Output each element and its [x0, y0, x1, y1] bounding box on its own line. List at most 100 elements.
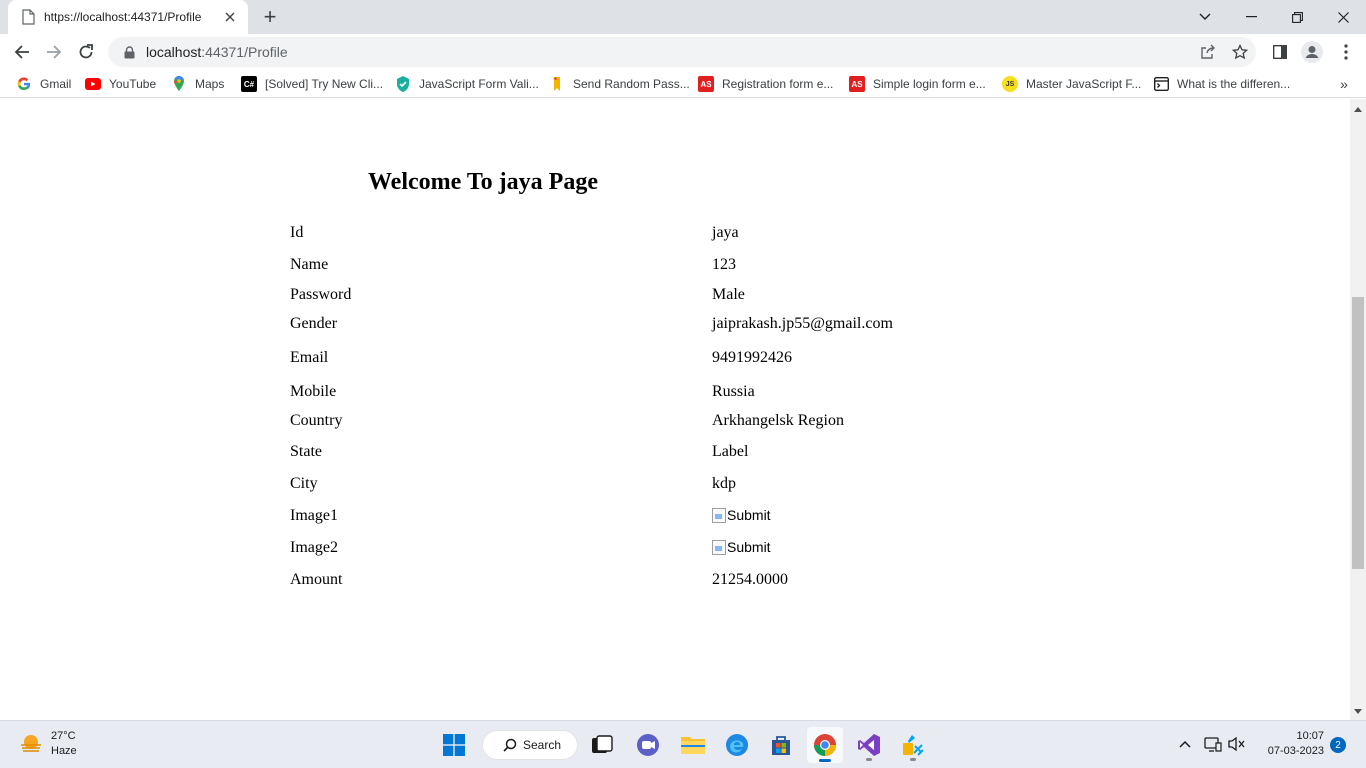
- field-label: Image2: [290, 539, 338, 556]
- bookmark-simple-login-form[interactable]: AS Simple login form e...: [849, 74, 986, 94]
- field-value: jaiprakash.jp55@gmail.com: [712, 315, 893, 332]
- chrome-icon: [814, 734, 836, 756]
- bookmarks-bar: Gmail YouTube Maps C# [Solved] Try New C…: [0, 70, 1366, 98]
- chevron-up-icon: [1179, 740, 1191, 748]
- chrome-button[interactable]: [807, 727, 843, 763]
- close-tab-icon[interactable]: [222, 9, 238, 25]
- profile-avatar-icon[interactable]: [1300, 40, 1324, 64]
- field-label: Name: [290, 256, 329, 273]
- speaker-muted-icon: [1228, 736, 1245, 752]
- tab-title: https://localhost:44371/Profile: [44, 10, 202, 24]
- app-button-9[interactable]: [895, 727, 931, 763]
- bookmark-send-random-pass[interactable]: Send Random Pass...: [549, 74, 690, 94]
- store-button[interactable]: [763, 727, 799, 763]
- profile-row-password: Password Male: [290, 286, 1090, 308]
- close-window-icon[interactable]: [1320, 0, 1366, 34]
- youtube-icon: [85, 76, 101, 92]
- url-text[interactable]: localhost:44371/Profile: [146, 44, 288, 60]
- field-label: Image1: [290, 507, 338, 524]
- field-label: Mobile: [290, 383, 337, 400]
- w3-icon: AS: [698, 76, 714, 92]
- chat-icon: [637, 734, 659, 756]
- bookmark-maps[interactable]: Maps: [171, 74, 224, 94]
- broken-image[interactable]: Submit: [712, 539, 771, 555]
- weather-condition: Haze: [51, 745, 77, 757]
- lock-icon[interactable]: [122, 45, 136, 59]
- shield-icon: [395, 76, 411, 92]
- restore-icon[interactable]: [1274, 0, 1320, 34]
- field-label: Id: [290, 224, 304, 241]
- bookmark-gmail[interactable]: Gmail: [16, 74, 71, 94]
- browser-toolbar: localhost:44371/Profile: [0, 34, 1366, 70]
- edge-icon: [726, 734, 748, 756]
- bookmark-youtube[interactable]: YouTube: [85, 74, 156, 94]
- notification-badge[interactable]: 2: [1330, 737, 1346, 753]
- profile-row-amount: Amount 21254.0000: [290, 571, 1090, 593]
- file-explorer-button[interactable]: [675, 727, 711, 763]
- taskbar-search[interactable]: Search: [482, 730, 578, 760]
- windows-taskbar: 27°C Haze Search 10:07 07-03-2023 2: [0, 720, 1366, 768]
- new-tab-button[interactable]: +: [258, 5, 282, 29]
- share-icon[interactable]: [1197, 41, 1219, 63]
- taskbar-clock[interactable]: 10:07 07-03-2023: [1250, 729, 1324, 759]
- network-button[interactable]: [1202, 733, 1224, 755]
- maps-icon: [171, 76, 187, 92]
- weather-widget[interactable]: 27°C Haze: [18, 729, 77, 759]
- side-panel-icon[interactable]: [1268, 40, 1292, 64]
- image-alt-text: Submit: [727, 507, 771, 523]
- page-viewport: Welcome To jaya Page Id jaya Name 123 Pa…: [0, 99, 1350, 720]
- address-bar[interactable]: localhost:44371/Profile: [108, 37, 1256, 67]
- show-hidden-icons-button[interactable]: [1174, 733, 1196, 755]
- field-label: Password: [290, 286, 352, 303]
- bookmark-master-javascript[interactable]: JS Master JavaScript F...: [1002, 74, 1141, 94]
- profile-row-id: Id jaya: [290, 224, 1090, 246]
- field-value: 21254.0000: [712, 571, 788, 588]
- forward-arrow-icon[interactable]: [40, 38, 68, 66]
- bookmark-label: Send Random Pass...: [573, 77, 690, 91]
- profile-row-name: Name 123: [290, 256, 1090, 278]
- profile-row-image2: Image2 Submit: [290, 539, 1090, 561]
- task-view-button[interactable]: [584, 727, 620, 763]
- field-value: 123: [712, 256, 736, 273]
- scroll-down-arrow-icon[interactable]: [1354, 709, 1362, 714]
- bookmark-what-is-the-difference[interactable]: What is the differen...: [1153, 74, 1290, 94]
- scrollbar-thumb[interactable]: [1352, 297, 1364, 569]
- running-app-indicator: [910, 758, 916, 761]
- browser-tab[interactable]: https://localhost:44371/Profile: [8, 0, 248, 34]
- google-icon: [16, 76, 32, 92]
- search-icon: [503, 738, 517, 752]
- bookmark-label: What is the differen...: [1177, 77, 1291, 91]
- profile-row-city: City kdp: [290, 475, 1090, 497]
- broken-image[interactable]: Submit: [712, 507, 771, 523]
- bookmark-label: Simple login form e...: [873, 77, 986, 91]
- visual-studio-icon: [858, 734, 880, 756]
- field-value: Russia: [712, 383, 755, 400]
- profile-row-country: Country Arkhangelsk Region: [290, 412, 1090, 434]
- search-label: Search: [523, 738, 562, 752]
- field-label: Amount: [290, 571, 343, 588]
- field-value: jaya: [712, 224, 739, 241]
- teams-chat-button[interactable]: [630, 727, 666, 763]
- back-arrow-icon[interactable]: [8, 38, 36, 66]
- reload-icon[interactable]: [72, 38, 100, 66]
- bookmark-js-form-validation[interactable]: JavaScript Form Vali...: [395, 74, 539, 94]
- bookmarks-overflow-button[interactable]: »: [1334, 74, 1354, 94]
- vertical-scrollbar[interactable]: [1350, 99, 1366, 720]
- volume-button[interactable]: [1226, 733, 1248, 755]
- scroll-up-arrow-icon[interactable]: [1354, 107, 1362, 112]
- more-menu-icon[interactable]: [1334, 40, 1358, 64]
- bookmark-star-icon[interactable]: [1229, 41, 1251, 63]
- profile-row-image1: Image1 Submit: [290, 507, 1090, 529]
- bookmark-label: YouTube: [109, 77, 157, 91]
- edge-button[interactable]: [719, 727, 755, 763]
- field-label: Email: [290, 349, 329, 366]
- field-label: Gender: [290, 315, 338, 332]
- bookmark-solved[interactable]: C# [Solved] Try New Cli...: [241, 74, 383, 94]
- bookmark-registration-form[interactable]: AS Registration form e...: [698, 74, 833, 94]
- visual-studio-button[interactable]: [851, 727, 887, 763]
- start-button[interactable]: [436, 727, 472, 763]
- field-value: Arkhangelsk Region: [712, 412, 844, 429]
- running-app-indicator: [866, 758, 872, 761]
- tab-search-icon[interactable]: [1182, 0, 1228, 34]
- minimize-icon[interactable]: [1228, 0, 1274, 34]
